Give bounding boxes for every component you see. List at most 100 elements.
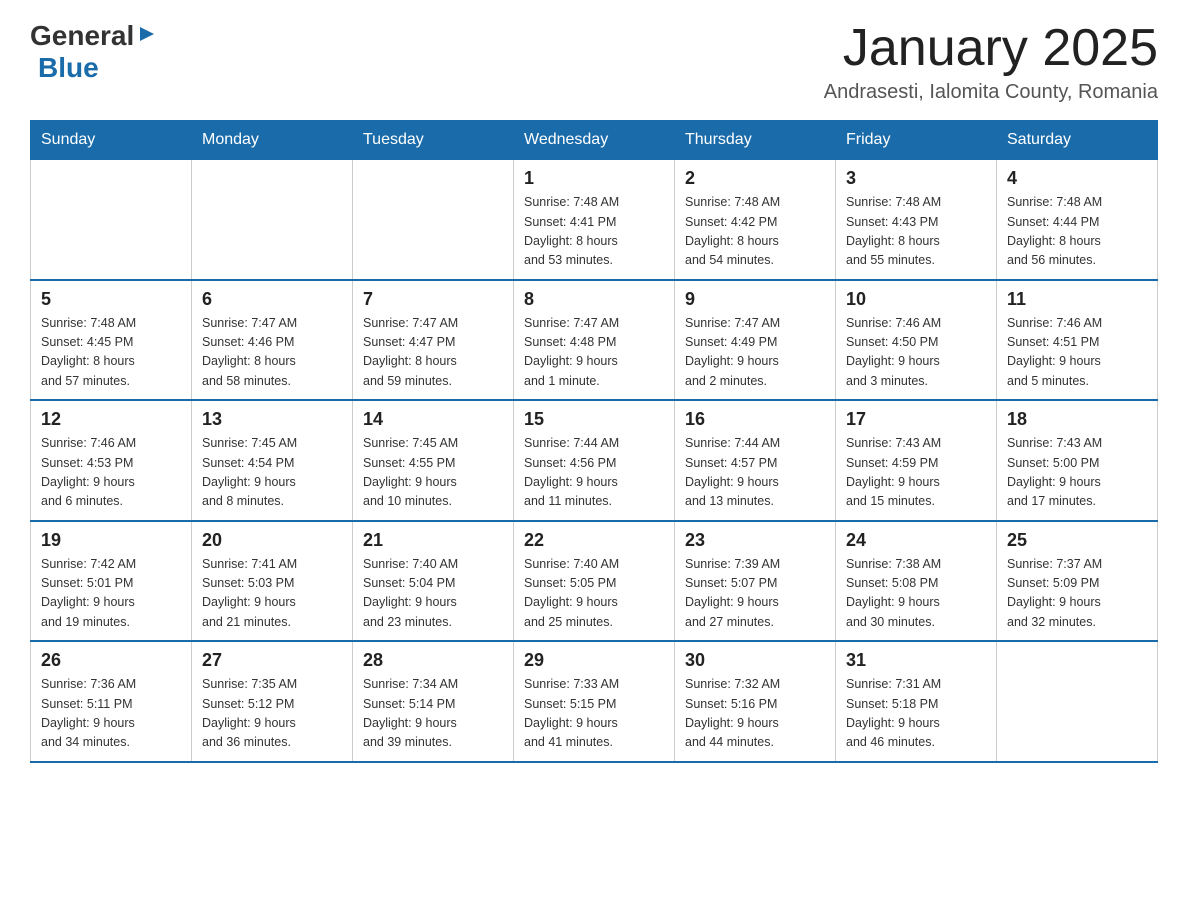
day-info: Sunrise: 7:36 AM Sunset: 5:11 PM Dayligh… xyxy=(41,675,181,753)
day-info: Sunrise: 7:42 AM Sunset: 5:01 PM Dayligh… xyxy=(41,555,181,633)
weekday-header-saturday: Saturday xyxy=(997,121,1158,160)
calendar-day-26: 26Sunrise: 7:36 AM Sunset: 5:11 PM Dayli… xyxy=(31,641,192,762)
day-number: 10 xyxy=(846,289,986,310)
calendar-day-4: 4 Sunrise: 7:48 AM Sunset: 4:44 PM Daylig… xyxy=(997,160,1158,280)
weekday-header-thursday: Thursday xyxy=(675,121,836,160)
calendar-day-1: 1 Sunrise: 7:48 AM Sunset: 4:41 PM Daylig… xyxy=(514,160,675,280)
calendar-day-13: 13 Sunrise: 7:45 AM Sunset: 4:54 PM Dayli… xyxy=(192,400,353,521)
calendar-empty-cell xyxy=(192,160,353,280)
day-info: Sunrise: 7:46 AM Sunset: 4:53 PM Dayligh… xyxy=(41,434,181,512)
calendar-day-25: 25Sunrise: 7:37 AM Sunset: 5:09 PM Dayli… xyxy=(997,521,1158,642)
day-number: 23 xyxy=(685,530,825,551)
calendar-day-19: 19 Sunrise: 7:42 AM Sunset: 5:01 PM Dayli… xyxy=(31,521,192,642)
day-info: Sunrise: 7:38 AM Sunset: 5:08 PM Dayligh… xyxy=(846,555,986,633)
day-number: 12 xyxy=(41,409,181,430)
calendar-day-3: 3Sunrise: 7:48 AM Sunset: 4:43 PM Daylig… xyxy=(836,160,997,280)
day-info: Sunrise: 7:47 AM Sunset: 4:49 PM Dayligh… xyxy=(685,314,825,392)
weekday-header-monday: Monday xyxy=(192,121,353,160)
calendar-day-16: 16 Sunrise: 7:44 AM Sunset: 4:57 PM Dayli… xyxy=(675,400,836,521)
day-number: 28 xyxy=(363,650,503,671)
calendar-week-row: 19 Sunrise: 7:42 AM Sunset: 5:01 PM Dayli… xyxy=(31,521,1158,642)
day-number: 14 xyxy=(363,409,503,430)
calendar-day-31: 31Sunrise: 7:31 AM Sunset: 5:18 PM Dayli… xyxy=(836,641,997,762)
day-number: 3 xyxy=(846,168,986,189)
calendar-title: January 2025 xyxy=(824,20,1158,77)
day-number: 1 xyxy=(524,168,664,189)
calendar-day-12: 12 Sunrise: 7:46 AM Sunset: 4:53 PM Dayli… xyxy=(31,400,192,521)
calendar-week-row: 1 Sunrise: 7:48 AM Sunset: 4:41 PM Daylig… xyxy=(31,160,1158,280)
weekday-header-friday: Friday xyxy=(836,121,997,160)
calendar-day-22: 22 Sunrise: 7:40 AM Sunset: 5:05 PM Dayli… xyxy=(514,521,675,642)
calendar-day-11: 11Sunrise: 7:46 AM Sunset: 4:51 PM Dayli… xyxy=(997,280,1158,401)
calendar-day-15: 15Sunrise: 7:44 AM Sunset: 4:56 PM Dayli… xyxy=(514,400,675,521)
day-number: 7 xyxy=(363,289,503,310)
day-info: Sunrise: 7:45 AM Sunset: 4:55 PM Dayligh… xyxy=(363,434,503,512)
calendar-empty-cell xyxy=(997,641,1158,762)
day-info: Sunrise: 7:33 AM Sunset: 5:15 PM Dayligh… xyxy=(524,675,664,753)
calendar-week-row: 12 Sunrise: 7:46 AM Sunset: 4:53 PM Dayli… xyxy=(31,400,1158,521)
day-number: 6 xyxy=(202,289,342,310)
day-number: 30 xyxy=(685,650,825,671)
day-number: 2 xyxy=(685,168,825,189)
calendar-week-row: 26Sunrise: 7:36 AM Sunset: 5:11 PM Dayli… xyxy=(31,641,1158,762)
day-info: Sunrise: 7:41 AM Sunset: 5:03 PM Dayligh… xyxy=(202,555,342,633)
calendar-day-8: 8Sunrise: 7:47 AM Sunset: 4:48 PM Daylig… xyxy=(514,280,675,401)
day-info: Sunrise: 7:45 AM Sunset: 4:54 PM Dayligh… xyxy=(202,434,342,512)
weekday-header-row: SundayMondayTuesdayWednesdayThursdayFrid… xyxy=(31,121,1158,160)
day-number: 5 xyxy=(41,289,181,310)
day-number: 22 xyxy=(524,530,664,551)
calendar-day-10: 10 Sunrise: 7:46 AM Sunset: 4:50 PM Dayli… xyxy=(836,280,997,401)
weekday-header-tuesday: Tuesday xyxy=(353,121,514,160)
calendar-day-23: 23 Sunrise: 7:39 AM Sunset: 5:07 PM Dayli… xyxy=(675,521,836,642)
calendar-day-21: 21 Sunrise: 7:40 AM Sunset: 5:04 PM Dayli… xyxy=(353,521,514,642)
weekday-header-sunday: Sunday xyxy=(31,121,192,160)
day-number: 20 xyxy=(202,530,342,551)
day-info: Sunrise: 7:43 AM Sunset: 5:00 PM Dayligh… xyxy=(1007,434,1147,512)
day-number: 4 xyxy=(1007,168,1147,189)
day-number: 11 xyxy=(1007,289,1147,310)
day-number: 25 xyxy=(1007,530,1147,551)
day-info: Sunrise: 7:48 AM Sunset: 4:42 PM Dayligh… xyxy=(685,193,825,271)
calendar-header: SundayMondayTuesdayWednesdayThursdayFrid… xyxy=(31,121,1158,160)
logo: General Blue xyxy=(30,20,158,84)
day-number: 19 xyxy=(41,530,181,551)
calendar-empty-cell xyxy=(31,160,192,280)
calendar-day-6: 6 Sunrise: 7:47 AM Sunset: 4:46 PM Daylig… xyxy=(192,280,353,401)
day-info: Sunrise: 7:44 AM Sunset: 4:57 PM Dayligh… xyxy=(685,434,825,512)
day-number: 27 xyxy=(202,650,342,671)
calendar-table: SundayMondayTuesdayWednesdayThursdayFrid… xyxy=(30,120,1158,763)
day-number: 16 xyxy=(685,409,825,430)
day-info: Sunrise: 7:32 AM Sunset: 5:16 PM Dayligh… xyxy=(685,675,825,753)
day-info: Sunrise: 7:40 AM Sunset: 5:04 PM Dayligh… xyxy=(363,555,503,633)
day-info: Sunrise: 7:34 AM Sunset: 5:14 PM Dayligh… xyxy=(363,675,503,753)
calendar-day-18: 18Sunrise: 7:43 AM Sunset: 5:00 PM Dayli… xyxy=(997,400,1158,521)
calendar-empty-cell xyxy=(353,160,514,280)
calendar-day-30: 30 Sunrise: 7:32 AM Sunset: 5:16 PM Dayli… xyxy=(675,641,836,762)
calendar-subtitle: Andrasesti, Ialomita County, Romania xyxy=(824,81,1158,104)
calendar-body: 1 Sunrise: 7:48 AM Sunset: 4:41 PM Daylig… xyxy=(31,160,1158,762)
day-number: 21 xyxy=(363,530,503,551)
day-info: Sunrise: 7:48 AM Sunset: 4:44 PM Dayligh… xyxy=(1007,193,1147,271)
day-info: Sunrise: 7:40 AM Sunset: 5:05 PM Dayligh… xyxy=(524,555,664,633)
logo-general-text: General xyxy=(30,20,134,52)
day-info: Sunrise: 7:44 AM Sunset: 4:56 PM Dayligh… xyxy=(524,434,664,512)
day-info: Sunrise: 7:47 AM Sunset: 4:46 PM Dayligh… xyxy=(202,314,342,392)
day-info: Sunrise: 7:48 AM Sunset: 4:41 PM Dayligh… xyxy=(524,193,664,271)
day-info: Sunrise: 7:46 AM Sunset: 4:50 PM Dayligh… xyxy=(846,314,986,392)
title-section: January 2025 Andrasesti, Ialomita County… xyxy=(824,20,1158,104)
day-info: Sunrise: 7:47 AM Sunset: 4:47 PM Dayligh… xyxy=(363,314,503,392)
calendar-day-7: 7 Sunrise: 7:47 AM Sunset: 4:47 PM Daylig… xyxy=(353,280,514,401)
page-header: General Blue January 2025 Andrasesti, Ia… xyxy=(30,20,1158,104)
calendar-day-14: 14 Sunrise: 7:45 AM Sunset: 4:55 PM Dayli… xyxy=(353,400,514,521)
calendar-week-row: 5 Sunrise: 7:48 AM Sunset: 4:45 PM Daylig… xyxy=(31,280,1158,401)
calendar-day-20: 20 Sunrise: 7:41 AM Sunset: 5:03 PM Dayli… xyxy=(192,521,353,642)
calendar-day-17: 17Sunrise: 7:43 AM Sunset: 4:59 PM Dayli… xyxy=(836,400,997,521)
day-number: 29 xyxy=(524,650,664,671)
logo-blue-text: Blue xyxy=(38,52,99,84)
day-info: Sunrise: 7:31 AM Sunset: 5:18 PM Dayligh… xyxy=(846,675,986,753)
day-info: Sunrise: 7:48 AM Sunset: 4:45 PM Dayligh… xyxy=(41,314,181,392)
day-number: 13 xyxy=(202,409,342,430)
day-info: Sunrise: 7:39 AM Sunset: 5:07 PM Dayligh… xyxy=(685,555,825,633)
calendar-day-27: 27Sunrise: 7:35 AM Sunset: 5:12 PM Dayli… xyxy=(192,641,353,762)
calendar-day-9: 9Sunrise: 7:47 AM Sunset: 4:49 PM Daylig… xyxy=(675,280,836,401)
